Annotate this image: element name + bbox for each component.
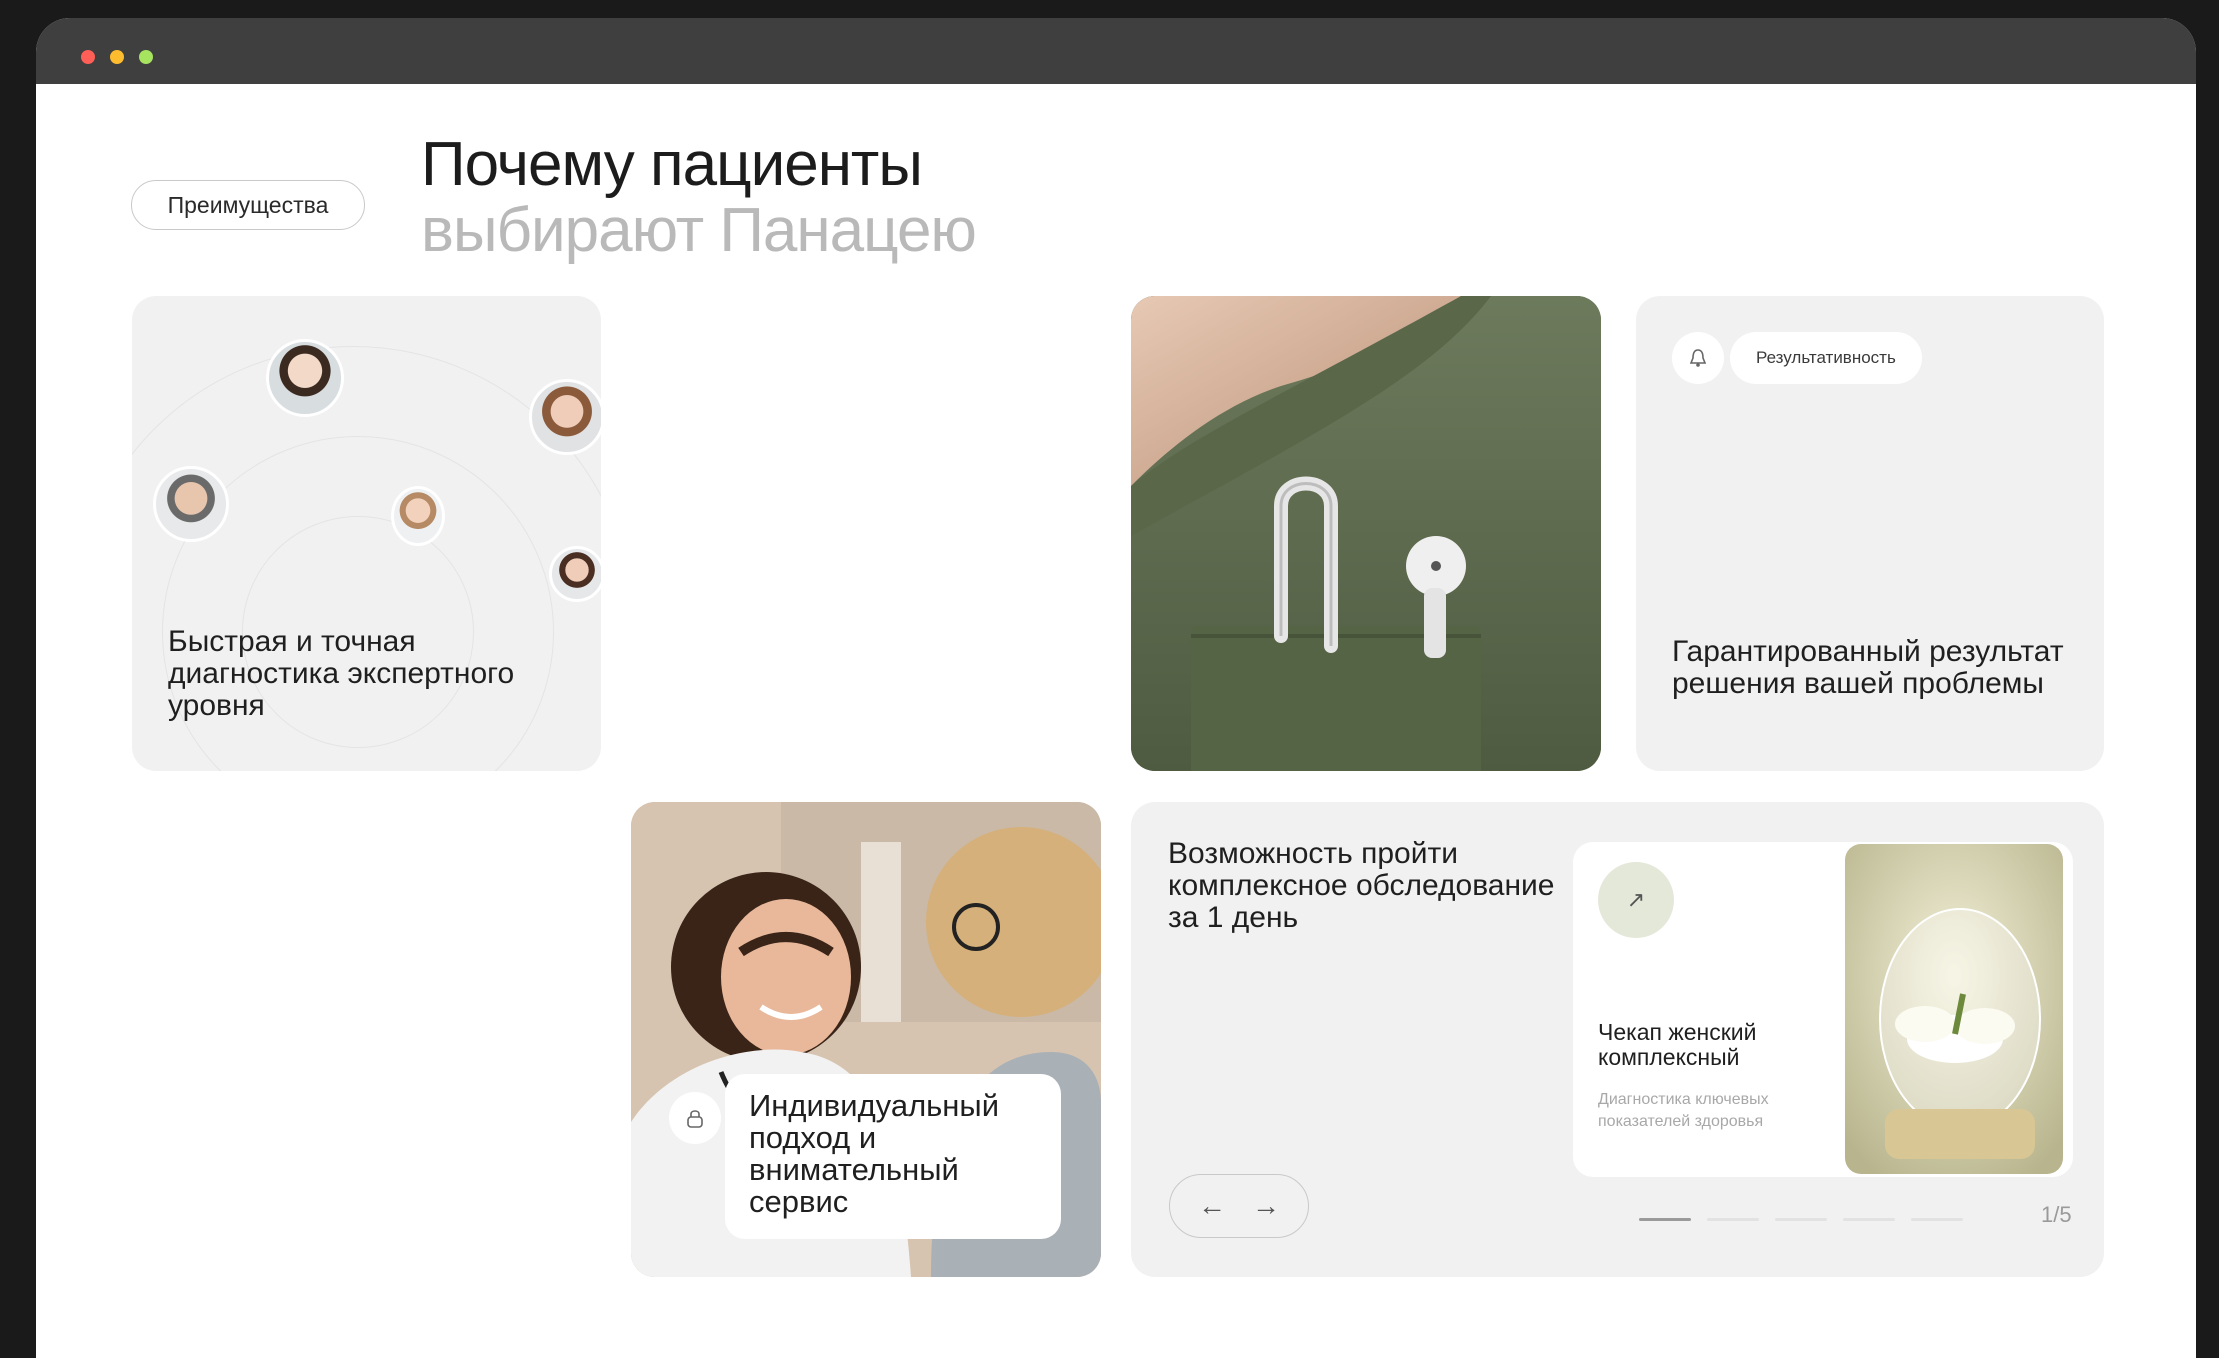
card-title: Быстрая и точная диагностика экспертного… bbox=[168, 625, 515, 722]
carousel-progress-segment bbox=[1843, 1218, 1895, 1221]
minimize-window-button[interactable] bbox=[110, 50, 124, 64]
checkup-offer-card[interactable]: ↗ Чекап женский комплексный Диагностика … bbox=[1573, 842, 2073, 1177]
doctor-avatar bbox=[549, 546, 601, 602]
page-title-line-1: Почему пациенты bbox=[421, 130, 923, 199]
section-badge: Преимущества bbox=[131, 180, 365, 230]
stethoscope-illustration bbox=[1131, 296, 1601, 771]
arrow-left-icon[interactable]: ← bbox=[1198, 1190, 1226, 1222]
arrow-up-right-icon[interactable]: ↗ bbox=[1598, 862, 1674, 938]
diagnostics-card: Быстрая и точная диагностика экспертного… bbox=[132, 296, 601, 771]
arrow-right-icon[interactable]: → bbox=[1252, 1190, 1280, 1222]
result-tag: Результативность bbox=[1730, 332, 1922, 384]
card-title: Гарантированный результат решения вашей … bbox=[1672, 635, 2064, 700]
carousel-progress-segment bbox=[1911, 1218, 1963, 1221]
doctor-avatar bbox=[266, 339, 344, 417]
individual-approach-card: Индивидуальный подход и внимательный сер… bbox=[631, 802, 1101, 1277]
checkup-card: Возможность пройти комплексное обследова… bbox=[1131, 802, 2104, 1277]
card-title: Индивидуальный подход и внимательный сер… bbox=[725, 1074, 1061, 1239]
browser-window: Преимущества Почему пациенты выбирают Па… bbox=[36, 18, 2196, 1358]
lock-icon bbox=[669, 1092, 721, 1144]
carousel-counter: 1/5 bbox=[2041, 1202, 2072, 1227]
page-title: Почему пациенты выбирают Панацею bbox=[421, 130, 977, 265]
carousel-nav: ← → bbox=[1169, 1174, 1309, 1238]
doctor-avatar bbox=[153, 466, 229, 542]
result-card: Результативность Гарантированный результ… bbox=[1636, 296, 2104, 771]
flower-dome-image bbox=[1845, 844, 2063, 1174]
stethoscope-photo bbox=[1131, 296, 1601, 771]
offer-description: Диагностика ключевых показателей здоровь… bbox=[1598, 1091, 1769, 1130]
doctor-avatar bbox=[529, 379, 601, 455]
page-content: Преимущества Почему пациенты выбирают Па… bbox=[36, 84, 2196, 1358]
offer-title: Чекап женский комплексный bbox=[1598, 1019, 1757, 1070]
close-window-button[interactable] bbox=[81, 50, 95, 64]
page-title-line-2: выбирают Панацею bbox=[421, 196, 977, 265]
card-title: Возможность пройти комплексное обследова… bbox=[1168, 837, 1555, 934]
maximize-window-button[interactable] bbox=[139, 50, 153, 64]
carousel-progress-segment bbox=[1707, 1218, 1759, 1221]
title-bar bbox=[36, 18, 2196, 84]
carousel-progress-segment bbox=[1639, 1218, 1691, 1221]
bell-icon bbox=[1672, 332, 1724, 384]
doctor-avatar bbox=[391, 486, 445, 546]
carousel-progress-segment bbox=[1775, 1218, 1827, 1221]
